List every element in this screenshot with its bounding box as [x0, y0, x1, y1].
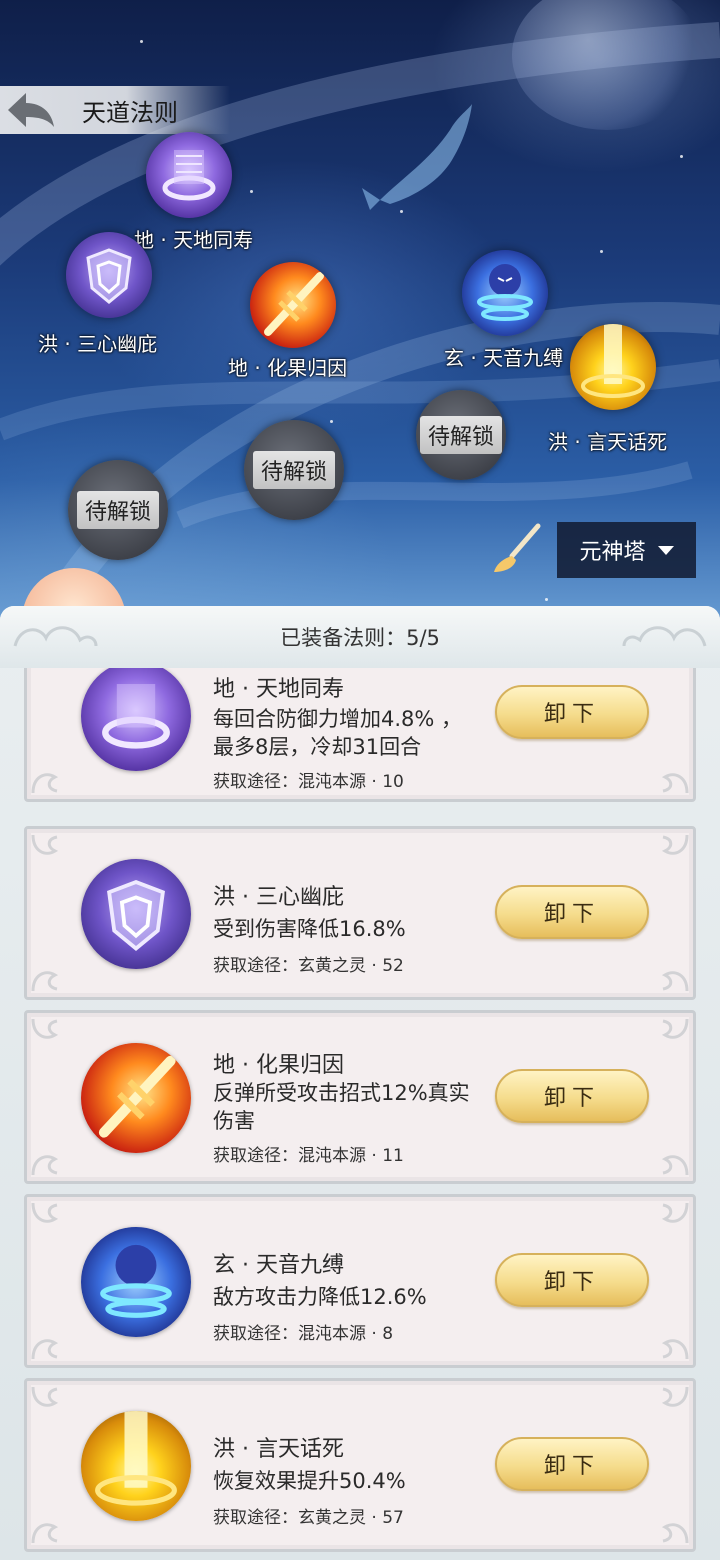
purple-shield-icon	[81, 859, 191, 969]
page-title: 天道法则	[82, 98, 178, 127]
law-source: 获取途径：混沌本源 · 8	[213, 1324, 394, 1344]
node-label: 洪 · 言天话死	[548, 430, 668, 454]
node-huaguo-guiyin[interactable]	[250, 262, 336, 348]
corner-ornament-icon	[31, 1339, 59, 1360]
corner-ornament-icon	[31, 1523, 59, 1544]
node-tianyin-jiufu[interactable]	[462, 250, 548, 336]
star	[400, 210, 403, 213]
corner-ornament-icon	[661, 1155, 689, 1176]
law-name: 洪 · 言天话死	[213, 1437, 344, 1462]
back-button[interactable]	[0, 86, 62, 134]
locked-node[interactable]: 待解锁	[244, 420, 344, 520]
tower-dropdown-value: 元神塔	[579, 540, 646, 565]
law-card: 地 · 化果归因 反弹所受攻击招式12%真实伤害 获取途径：混沌本源 · 11 …	[24, 1010, 696, 1184]
locked-node[interactable]: 待解锁	[416, 390, 506, 480]
locked-label: 待解锁	[76, 491, 159, 529]
purple-shield-icon	[66, 232, 152, 318]
tower-dropdown[interactable]: 元神塔	[557, 522, 696, 578]
locked-node[interactable]: 待解锁	[68, 460, 168, 560]
star	[140, 40, 143, 43]
brush-icon[interactable]	[490, 522, 544, 576]
node-label: 地 · 化果归因	[228, 356, 348, 380]
corner-ornament-icon	[661, 971, 689, 992]
unequip-button[interactable]: 卸下	[495, 885, 649, 939]
node-sanxin-youbi[interactable]	[66, 232, 152, 318]
law-description: 反弹所受攻击招式12%真实伤害	[213, 1081, 470, 1133]
header-bar: 天道法则	[0, 86, 230, 134]
star	[680, 155, 683, 158]
unequip-button[interactable]: 卸下	[495, 1437, 649, 1491]
corner-ornament-icon	[661, 1202, 689, 1223]
cloud-ornament-icon	[13, 626, 98, 647]
equipped-panel: 已装备法则：5/5 地 · 天地同寿 每回合防御力增加4.8% ，最多8层，冷却…	[0, 606, 720, 1560]
node-yantian-huasi[interactable]	[570, 324, 656, 410]
golden-light-icon	[81, 1411, 191, 1521]
corner-ornament-icon	[31, 1202, 59, 1223]
corner-ornament-icon	[661, 1018, 689, 1039]
panel-header: 已装备法则：5/5	[0, 606, 720, 668]
law-source: 获取途径：玄黄之灵 · 52	[213, 956, 404, 976]
corner-ornament-icon	[661, 1386, 689, 1407]
law-card: 洪 · 言天话死 恢复效果提升50.4% 获取途径：玄黄之灵 · 57 卸下	[24, 1378, 696, 1552]
unequip-button[interactable]: 卸下	[495, 1253, 649, 1307]
blue-spirit-icon	[462, 250, 548, 336]
law-description: 恢复效果提升50.4%	[213, 1469, 406, 1493]
back-arrow-icon	[8, 93, 54, 127]
star	[250, 190, 253, 193]
chevron-down-icon	[657, 545, 674, 555]
locked-label: 待解锁	[419, 416, 502, 454]
corner-ornament-icon	[661, 834, 689, 855]
corner-ornament-icon	[661, 773, 689, 794]
law-card: 玄 · 天音九缚 敌方攻击力降低12.6% 获取途径：混沌本源 · 8 卸下	[24, 1194, 696, 1368]
law-name: 玄 · 天音九缚	[213, 1253, 344, 1278]
unequip-button[interactable]: 卸下	[495, 685, 649, 739]
equipped-count: 已装备法则：5/5	[280, 626, 440, 650]
law-description: 每回合防御力增加4.8% ，最多8层，冷却31回合	[213, 707, 463, 759]
purple-ring-icon	[146, 132, 232, 218]
law-source: 获取途径：混沌本源 · 11	[213, 1146, 404, 1166]
law-card: 地 · 天地同寿 每回合防御力增加4.8% ，最多8层，冷却31回合 获取途径：…	[24, 668, 696, 802]
fire-sword-icon	[250, 262, 336, 348]
star	[600, 250, 603, 253]
purple-ring-icon	[81, 668, 191, 771]
law-name: 洪 · 三心幽庇	[213, 885, 344, 910]
blue-spirit-icon	[81, 1227, 191, 1337]
corner-ornament-icon	[31, 1155, 59, 1176]
law-name: 地 · 天地同寿	[213, 677, 344, 702]
node-tiandi-tongshou[interactable]	[146, 132, 232, 218]
law-source: 获取途径：混沌本源 · 10	[213, 772, 404, 792]
whale-silhouette-icon	[362, 104, 472, 210]
corner-ornament-icon	[31, 773, 59, 794]
fire-sword-icon	[81, 1043, 191, 1153]
corner-ornament-icon	[31, 834, 59, 855]
corner-ornament-icon	[661, 1339, 689, 1360]
node-label: 洪 · 三心幽庇	[38, 332, 158, 356]
corner-ornament-icon	[31, 971, 59, 992]
unequip-button[interactable]: 卸下	[495, 1069, 649, 1123]
law-name: 地 · 化果归因	[213, 1053, 344, 1078]
locked-label: 待解锁	[252, 451, 335, 489]
law-card: 洪 · 三心幽庇 受到伤害降低16.8% 获取途径：玄黄之灵 · 52 卸下	[24, 826, 696, 1000]
corner-ornament-icon	[31, 1386, 59, 1407]
cloud-ornament-icon	[622, 626, 707, 647]
corner-ornament-icon	[31, 1018, 59, 1039]
star	[330, 420, 333, 423]
law-source: 获取途径：玄黄之灵 · 57	[213, 1508, 404, 1528]
law-description: 敌方攻击力降低12.6%	[213, 1285, 427, 1309]
golden-light-icon	[570, 324, 656, 410]
equipped-list[interactable]: 地 · 天地同寿 每回合防御力增加4.8% ，最多8层，冷却31回合 获取途径：…	[0, 668, 720, 1560]
star	[545, 598, 548, 601]
node-label: 玄 · 天音九缚	[444, 346, 564, 370]
law-description: 受到伤害降低16.8%	[213, 917, 406, 941]
corner-ornament-icon	[661, 1523, 689, 1544]
